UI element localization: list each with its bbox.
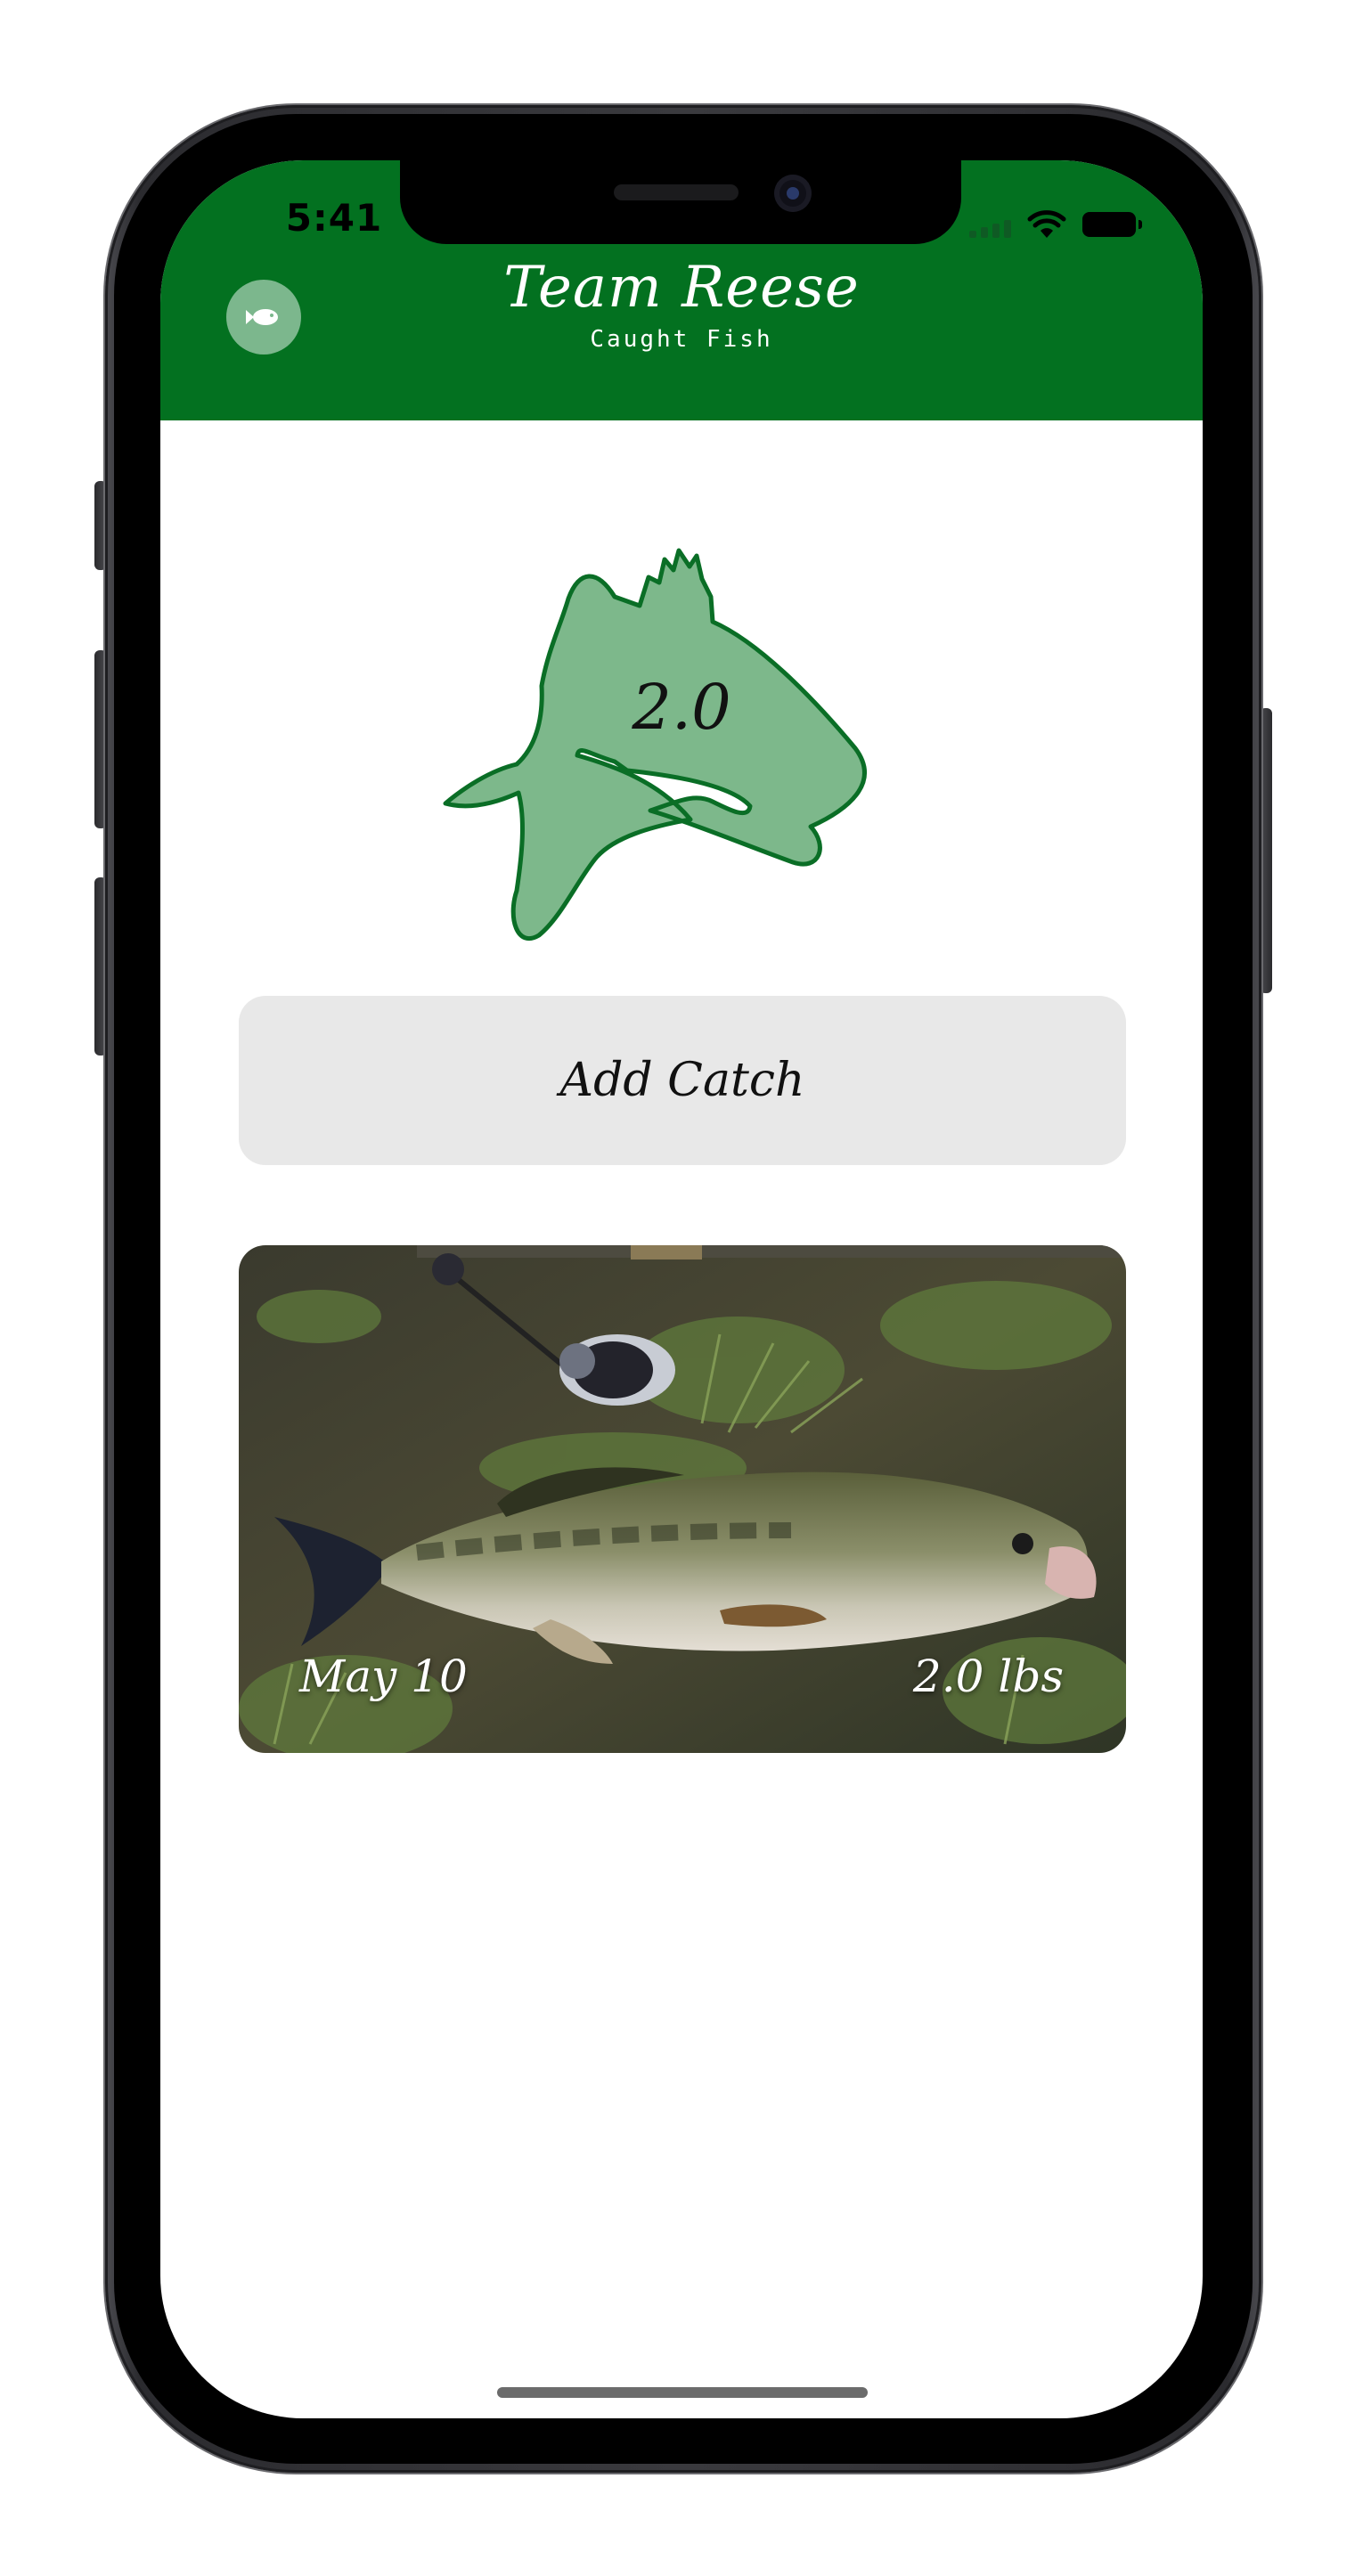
notch — [400, 160, 961, 244]
speaker-grille — [614, 184, 739, 200]
fish-silhouette-icon — [443, 548, 867, 941]
total-weight-value: 2.0 — [632, 671, 731, 744]
battery-icon — [1082, 212, 1142, 237]
app-title: Team Reese — [503, 255, 860, 321]
fish-silhouette-shape — [443, 548, 867, 941]
front-camera — [774, 175, 812, 212]
home-indicator — [497, 2387, 868, 2398]
catch-date: May 10 — [299, 1651, 468, 1702]
wifi-icon — [1027, 209, 1066, 240]
status-icons — [969, 207, 1142, 242]
power-button — [1260, 708, 1272, 993]
status-time: 5:41 — [285, 196, 383, 240]
catch-weight: 2.0 lbs — [912, 1651, 1064, 1702]
app-screen: 5:41 Team Reese Caught Fish 2.0 Add Catc… — [160, 160, 1203, 2418]
cellular-signal-icon — [969, 211, 1011, 238]
add-catch-button[interactable]: Add Catch — [239, 996, 1126, 1165]
catch-card[interactable]: May 10 2.0 lbs — [239, 1245, 1126, 1753]
app-subtitle: Caught Fish — [590, 326, 773, 353]
app-header: 5:41 Team Reese Caught Fish — [160, 160, 1203, 420]
